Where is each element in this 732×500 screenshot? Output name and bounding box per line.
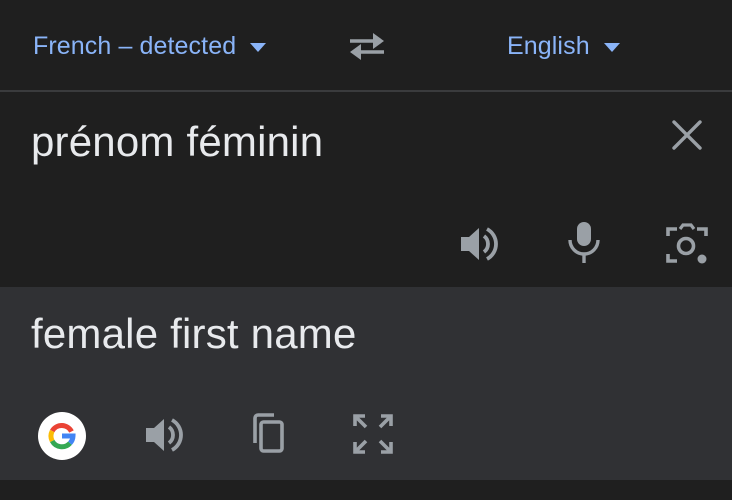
source-panel: prénom féminin bbox=[0, 92, 732, 287]
chevron-down-icon bbox=[603, 43, 620, 52]
mic-icon[interactable] bbox=[566, 220, 602, 266]
swap-horiz-icon[interactable] bbox=[346, 30, 388, 62]
target-language-label: English bbox=[507, 32, 590, 60]
translation-panel: female first name bbox=[0, 287, 732, 480]
chevron-down-icon bbox=[250, 43, 267, 52]
fullscreen-icon[interactable] bbox=[352, 413, 394, 455]
camera-icon[interactable] bbox=[664, 222, 710, 268]
google-logo[interactable] bbox=[37, 411, 87, 461]
language-bar: French – detected English bbox=[0, 0, 732, 90]
volume-icon[interactable] bbox=[457, 222, 501, 266]
source-language-label: French – detected bbox=[33, 32, 237, 60]
copy-icon[interactable] bbox=[248, 411, 288, 457]
volume-icon[interactable] bbox=[142, 413, 186, 457]
source-text[interactable]: prénom féminin bbox=[31, 118, 323, 166]
source-language-selector[interactable]: French – detected bbox=[33, 31, 267, 61]
translation-text: female first name bbox=[31, 310, 357, 357]
bottom-bar bbox=[0, 480, 732, 500]
target-language-selector[interactable]: English bbox=[507, 31, 620, 61]
close-icon[interactable] bbox=[668, 116, 706, 154]
